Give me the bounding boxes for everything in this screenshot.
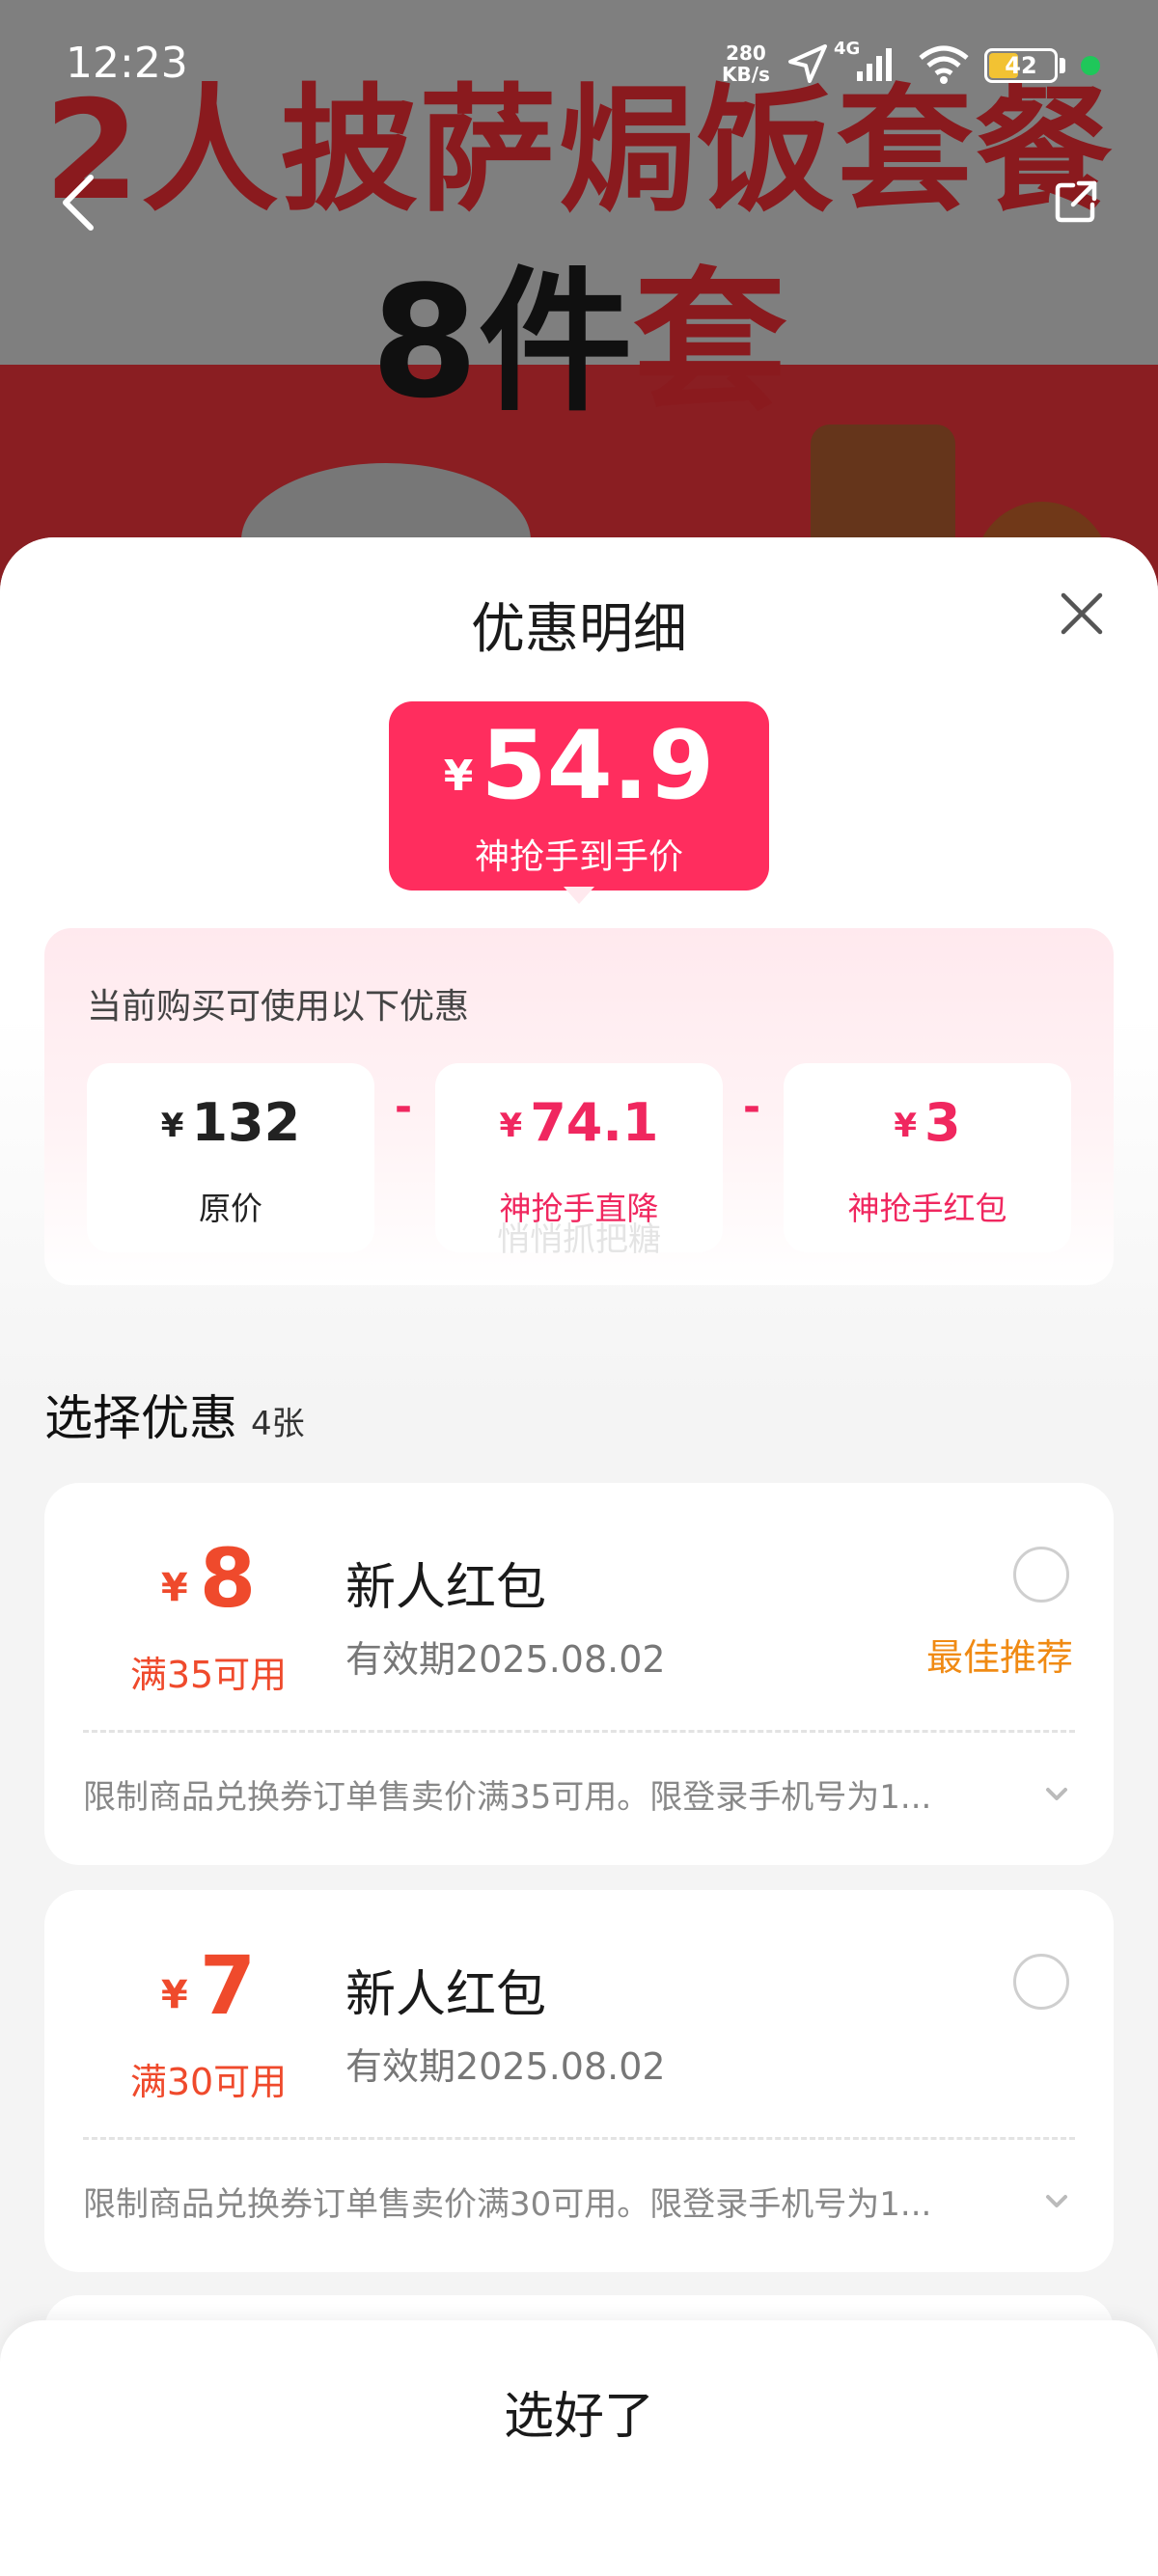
banner-subline-number: 8件 bbox=[371, 252, 633, 432]
coupon-condition: 满35可用 bbox=[129, 1654, 288, 1696]
watermark-text: 悄悄抓把糖 bbox=[497, 1220, 661, 1259]
share-button[interactable] bbox=[1052, 178, 1100, 226]
location-icon bbox=[788, 44, 827, 83]
banner-subline: 8件套 bbox=[0, 217, 1158, 441]
final-price: ¥54.9 bbox=[389, 711, 769, 821]
status-time: 12:23 bbox=[66, 39, 188, 88]
chip-value: 3 bbox=[924, 1092, 961, 1153]
chevron-left-icon bbox=[63, 175, 94, 231]
chevron-down-icon[interactable] bbox=[1040, 2185, 1073, 2218]
coupon-amount: ¥7 bbox=[64, 1938, 353, 2033]
coupon-radio[interactable] bbox=[1013, 1954, 1069, 2010]
price-badge-pointer bbox=[564, 887, 594, 904]
select-discount-title: 选择优惠 4张 bbox=[44, 1380, 305, 1449]
close-button[interactable] bbox=[1056, 588, 1108, 640]
coupon-name: 新人红包 bbox=[345, 1966, 547, 2024]
coupon-amount-value: 7 bbox=[199, 1938, 257, 2033]
coupon-description: 限制商品兑换券订单售卖价满30可用。限登录手机号为1... bbox=[83, 2185, 932, 2224]
currency-symbol: ¥ bbox=[894, 1107, 918, 1145]
direct-discount-value: ¥74.1 bbox=[435, 1092, 723, 1153]
network-speed-unit: KB/s bbox=[722, 63, 770, 86]
final-price-label: 神抢手到手价 bbox=[474, 837, 683, 877]
coupon-amount-value: 8 bbox=[199, 1531, 257, 1626]
coupon-currency: ¥ bbox=[160, 1973, 188, 2017]
banner-subline-word: 套 bbox=[632, 252, 787, 432]
chevron-down-icon[interactable] bbox=[1040, 1778, 1073, 1811]
chip-value: 74.1 bbox=[530, 1092, 659, 1153]
minus-operator: - bbox=[742, 1082, 761, 1132]
battery-tip bbox=[1060, 58, 1065, 73]
network-speed-value: 280 bbox=[726, 41, 766, 65]
close-icon bbox=[1061, 592, 1103, 635]
back-button[interactable] bbox=[54, 172, 102, 233]
select-discount-label: 选择优惠 bbox=[44, 1390, 237, 1446]
coupon-currency: ¥ bbox=[160, 1566, 188, 1610]
battery-icon: 42 bbox=[984, 48, 1058, 83]
signal-icon bbox=[857, 48, 892, 81]
status-bar: 12:23 280 KB/s 4G 42 bbox=[0, 0, 1158, 125]
breakdown-hint: 当前购买可使用以下优惠 bbox=[87, 987, 470, 1027]
coupon-condition: 满30可用 bbox=[129, 2061, 288, 2103]
coupon-name: 新人红包 bbox=[345, 1559, 547, 1617]
coupon-radio[interactable] bbox=[1013, 1547, 1069, 1603]
final-price-currency: ¥ bbox=[443, 752, 474, 801]
coupon-expiry: 有效期2025.08.02 bbox=[345, 1638, 666, 1681]
discount-detail-sheet: 优惠明细 ¥54.9 神抢手到手价 当前购买可使用以下优惠 ¥132 原价 - … bbox=[0, 537, 1158, 2576]
best-recommend-badge: 最佳推荐 bbox=[926, 1636, 1074, 1679]
red-packet-value: ¥3 bbox=[784, 1092, 1071, 1153]
currency-symbol: ¥ bbox=[160, 1107, 184, 1145]
final-price-amount: 54.9 bbox=[481, 711, 715, 821]
coupon-divider bbox=[83, 1730, 1075, 1733]
wifi-icon bbox=[919, 45, 969, 84]
coupon-amount: ¥8 bbox=[64, 1531, 353, 1626]
coupon-card[interactable]: ¥7 满30可用 新人红包 有效期2025.08.02 限制商品兑换券订单售卖价… bbox=[44, 1890, 1114, 2272]
confirm-button[interactable]: 选好了 bbox=[0, 2367, 1158, 2467]
bottom-action-bar: 选好了 bbox=[0, 2320, 1158, 2576]
chip-value: 132 bbox=[191, 1092, 301, 1153]
coupon-description: 限制商品兑换券订单售卖价满35可用。限登录手机号为1... bbox=[83, 1778, 932, 1817]
original-price-value: ¥132 bbox=[87, 1092, 374, 1153]
network-speed: 280 KB/s bbox=[722, 42, 770, 85]
final-price-badge: ¥54.9 神抢手到手价 bbox=[389, 701, 769, 891]
privacy-indicator-dot bbox=[1081, 56, 1100, 75]
minus-operator: - bbox=[394, 1082, 413, 1132]
coupon-card[interactable]: ¥8 满35可用 新人红包 有效期2025.08.02 最佳推荐 限制商品兑换券… bbox=[44, 1483, 1114, 1865]
share-icon bbox=[1055, 180, 1097, 223]
coupon-expiry: 有效期2025.08.02 bbox=[345, 2045, 666, 2088]
sheet-title: 优惠明细 bbox=[471, 598, 687, 661]
currency-symbol: ¥ bbox=[499, 1107, 523, 1145]
coupon-divider bbox=[83, 2137, 1075, 2140]
battery-level: 42 bbox=[1005, 52, 1037, 79]
coupon-count: 4张 bbox=[251, 1405, 305, 1443]
